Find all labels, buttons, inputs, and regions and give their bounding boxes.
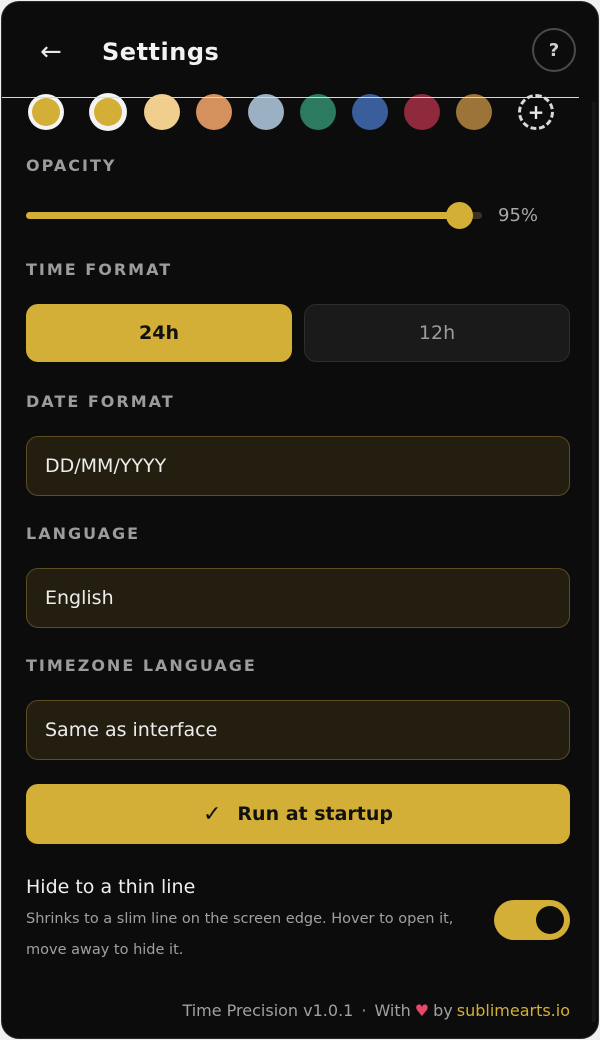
plus-icon: + [527,100,545,124]
color-swatch-crimson[interactable] [404,94,440,130]
language-label: LANGUAGE [26,524,141,543]
time-format-label: TIME FORMAT [26,260,173,279]
color-swatch-terracotta[interactable] [196,94,232,130]
footer-by-text: by [433,1001,453,1020]
add-color-button[interactable]: + [518,94,554,130]
heart-icon: ♥ [414,1001,430,1020]
run-at-startup-label: Run at startup [237,803,394,825]
opacity-value: 95% [498,205,539,226]
color-swatch-gold-selected[interactable] [32,98,60,126]
hide-line-title: Hide to a thin line [26,876,196,898]
footer: Time Precision v1.0.1 · With ♥ by sublimearts… [182,1001,570,1020]
time-format-24h-button[interactable]: 24h [26,304,292,362]
opacity-slider-fill [26,212,460,219]
help-icon: ? [548,39,560,61]
page-title: Settings [102,38,220,66]
app-version: Time Precision v1.0.1 [182,1001,354,1020]
timezone-language-label: TIMEZONE LANGUAGE [26,656,257,675]
time-format-12h-button[interactable]: 12h [304,304,570,362]
language-select[interactable]: English [26,568,570,628]
opacity-label: OPACITY [26,156,117,175]
footer-with-text: With [374,1001,411,1020]
color-swatches: + [26,92,574,132]
header: ← Settings ? [2,2,598,98]
timezone-language-select[interactable]: Same as interface [26,700,570,760]
settings-panel: ← Settings ? + OPACITY 95% TIME FORMAT 2… [1,1,599,1039]
color-swatch-sand[interactable] [144,94,180,130]
footer-separator: · [361,1001,367,1020]
color-swatch-gold[interactable] [94,98,122,126]
color-swatch-steel-blue[interactable] [248,94,284,130]
hide-line-description: Shrinks to a slim line on the screen edg… [26,911,454,958]
sublimearts-link[interactable]: sublimearts.io [457,1001,570,1020]
checkmark-icon: ✓ [202,801,222,827]
color-swatch-green[interactable] [300,94,336,130]
header-divider [2,97,579,98]
color-swatch-bronze[interactable] [456,94,492,130]
back-arrow-icon[interactable]: ← [40,34,68,70]
date-format-select[interactable]: DD/MM/YYYY [26,436,570,496]
run-at-startup-button[interactable]: ✓ Run at startup [26,784,570,844]
hide-line-toggle[interactable] [494,900,570,940]
color-swatch-blue[interactable] [352,94,388,130]
date-format-label: DATE FORMAT [26,392,175,411]
opacity-slider[interactable] [26,202,482,229]
opacity-slider-thumb[interactable] [446,202,474,229]
toggle-knob [536,906,564,934]
scrollbar[interactable] [592,102,596,1022]
help-button[interactable]: ? [532,28,576,72]
